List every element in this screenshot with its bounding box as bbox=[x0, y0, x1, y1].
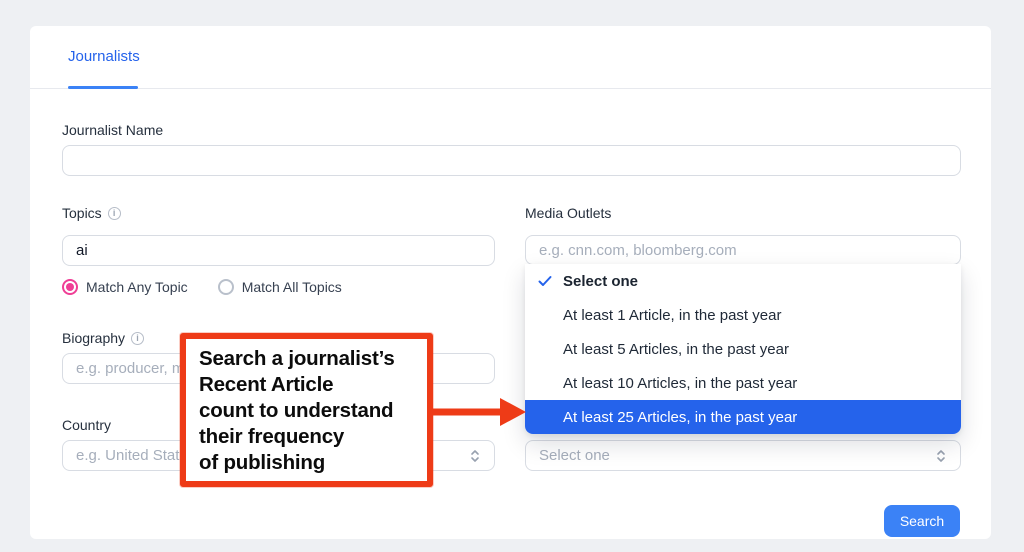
info-icon[interactable]: i bbox=[131, 332, 144, 345]
topics-input[interactable] bbox=[62, 235, 495, 266]
dropdown-option-1-article[interactable]: At least 1 Article, in the past year bbox=[525, 298, 961, 332]
recent-articles-select-placeholder: Select one bbox=[539, 447, 610, 464]
tab-journalists[interactable]: Journalists bbox=[68, 48, 140, 65]
biography-label: Biography i bbox=[62, 330, 144, 346]
journalist-name-input[interactable] bbox=[62, 145, 961, 176]
radio-match-any-topic[interactable]: Match Any Topic bbox=[62, 279, 188, 295]
topics-label: Topics i bbox=[62, 205, 121, 221]
media-outlets-input[interactable] bbox=[525, 235, 961, 265]
topic-match-radio-group: Match Any Topic Match All Topics bbox=[62, 279, 342, 295]
media-outlets-label: Media Outlets bbox=[525, 205, 611, 221]
country-label: Country bbox=[62, 417, 111, 433]
dropdown-option-select-one[interactable]: Select one bbox=[525, 264, 961, 298]
radio-match-all-topics[interactable]: Match All Topics bbox=[218, 279, 342, 295]
search-button[interactable]: Search bbox=[884, 505, 960, 537]
page-background: Journalists Journalist Name Topics i Med… bbox=[0, 0, 1024, 552]
dropdown-option-10-articles[interactable]: At least 10 Articles, in the past year bbox=[525, 366, 961, 400]
radio-unselected-icon bbox=[218, 279, 234, 295]
active-tab-underline bbox=[68, 86, 138, 89]
dropdown-option-25-articles[interactable]: At least 25 Articles, in the past year bbox=[525, 400, 961, 434]
recent-articles-dropdown-list: Select one At least 1 Article, in the pa… bbox=[525, 264, 961, 434]
dropdown-option-5-articles[interactable]: At least 5 Articles, in the past year bbox=[525, 332, 961, 366]
radio-match-all-label: Match All Topics bbox=[242, 279, 342, 295]
recent-articles-select[interactable]: Select one bbox=[525, 440, 961, 471]
annotation-callout-box: Search a journalist’s Recent Article cou… bbox=[180, 333, 433, 487]
radio-match-any-label: Match Any Topic bbox=[86, 279, 188, 295]
country-select-placeholder: e.g. United States bbox=[76, 447, 195, 464]
chevron-updown-icon bbox=[935, 448, 947, 464]
annotation-arrow-icon bbox=[428, 393, 530, 431]
radio-selected-icon bbox=[62, 279, 78, 295]
checkmark-icon bbox=[537, 273, 553, 289]
tab-bar: Journalists bbox=[30, 26, 991, 89]
info-icon[interactable]: i bbox=[108, 207, 121, 220]
annotation-text: Search a journalist’s Recent Article cou… bbox=[186, 339, 427, 476]
journalist-name-label: Journalist Name bbox=[62, 122, 163, 138]
chevron-updown-icon bbox=[469, 448, 481, 464]
